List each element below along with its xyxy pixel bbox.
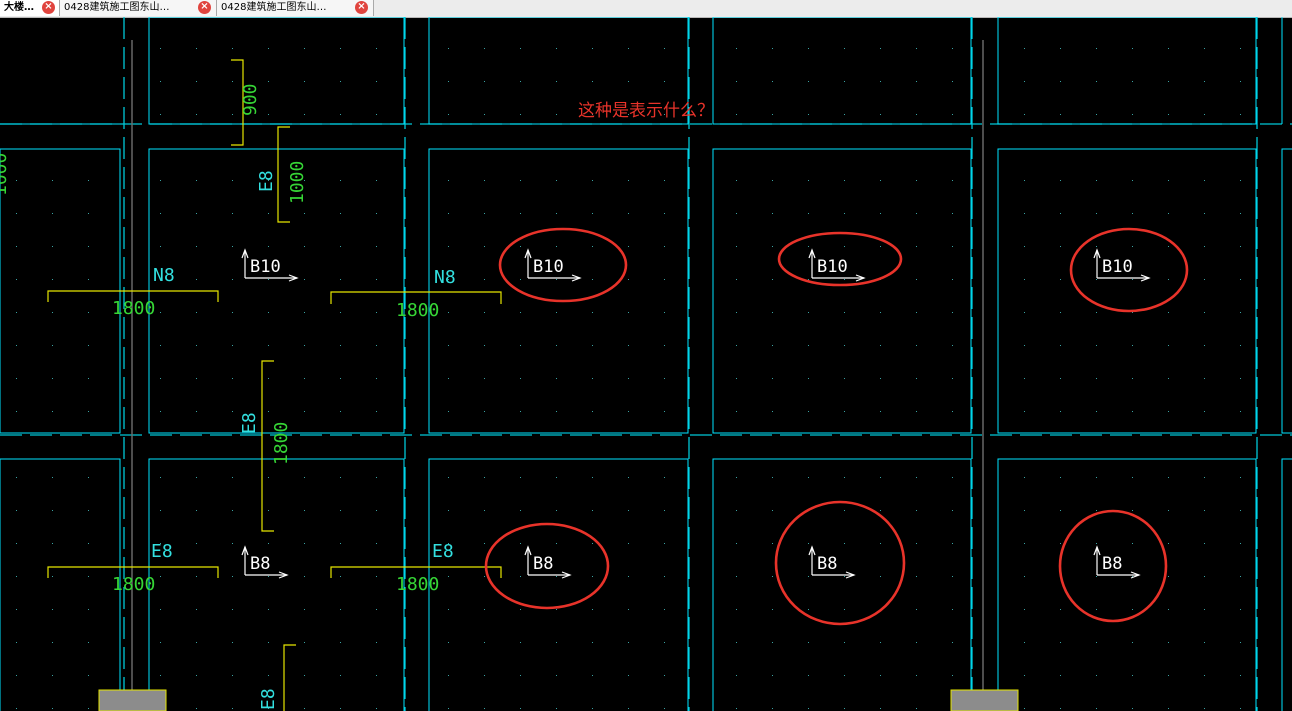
dimension-text: 1800 [112,298,155,319]
annotation-question: 这种是表示什么？ [578,101,714,121]
document-tab-bar: 大楼… × 0428建筑施工图东山… × 0428建筑施工图东山… × [0,0,1292,18]
tab-drawing-2[interactable]: 0428建筑施工图东山… × [60,0,217,16]
cad-drawing-canvas[interactable]: 900 1000 1800 1000 1800 1800 1800 1800 E… [0,17,1292,711]
dimension-text: 1800 [271,422,292,465]
dimension-text: 900 [240,83,261,116]
slab-panels [0,17,1292,711]
rebar-label: B8 [1102,554,1122,574]
rebar-label: B10 [817,257,848,277]
column-block [950,689,1019,711]
rebar-label: B8 [533,554,553,574]
rebar-label: B10 [533,257,564,277]
rebar-label: E8 [432,541,454,562]
rebar-label: B10 [1102,257,1133,277]
dimension-text: 1800 [396,300,439,321]
close-icon[interactable]: × [355,1,368,14]
tab-drawing-1[interactable]: 大楼… × [0,0,60,16]
rebar-label: N8 [153,265,175,286]
rebar-label: E8 [151,541,173,562]
rebar-label: B8 [817,554,837,574]
close-icon[interactable]: × [42,1,55,14]
rebar-label: E8 [239,412,260,434]
drawing-svg: 900 1000 1800 1000 1800 1800 1800 1800 E… [0,17,1292,711]
tab-drawing-3[interactable]: 0428建筑施工图东山… × [217,0,374,16]
dimension-text: 1800 [112,574,155,595]
tab-label: 大楼… [4,2,34,13]
dimension-text: 1000 [287,161,308,204]
column-block [98,689,167,711]
rebar-label: E8 [256,170,277,192]
rebar-label: B10 [250,257,281,277]
rebar-label: N8 [434,267,456,288]
close-icon[interactable]: × [198,1,211,14]
dimension-text: 1800 [396,574,439,595]
dimension-text: 1000 [0,153,11,196]
rebar-label: B8 [250,554,270,574]
tab-label: 0428建筑施工图东山… [221,2,327,13]
tab-label: 0428建筑施工图东山… [64,2,170,13]
rebar-label: E8 [258,688,279,710]
